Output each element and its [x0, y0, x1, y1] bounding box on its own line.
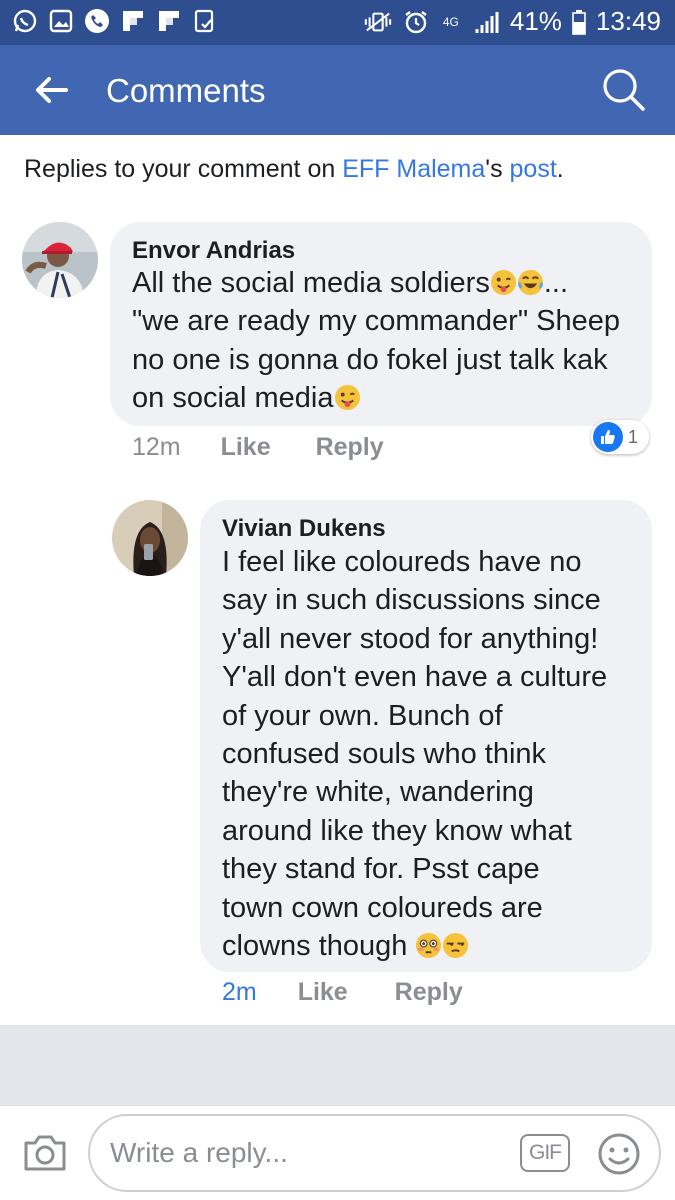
like-button[interactable]: Like	[298, 978, 348, 1006]
back-button[interactable]	[30, 70, 74, 110]
alarm-icon	[402, 8, 430, 36]
winking-tongue-emoji-icon	[490, 269, 517, 296]
comment-line: Y'all don't even have a culture	[222, 661, 608, 694]
camera-button[interactable]	[20, 1128, 70, 1178]
search-icon	[603, 69, 645, 111]
reply-field[interactable]: GIF	[88, 1114, 661, 1192]
status-bar: 4G 41% 13:49	[0, 0, 675, 45]
app-bar: Comments	[0, 45, 675, 135]
notification-icons	[12, 8, 218, 34]
reply-composer: GIF	[0, 1105, 675, 1200]
post-link[interactable]: post	[510, 155, 557, 183]
comment-line: say in such discussions since	[222, 584, 601, 617]
comment-actions: 2m Like Reply	[222, 977, 463, 1007]
vibrate-icon	[364, 8, 392, 36]
comment-line: clowns though	[222, 927, 607, 965]
comment-line: I feel like coloureds have no	[222, 546, 582, 578]
reply-context: Replies to your comment on EFF Malema's …	[24, 153, 564, 185]
reply-button[interactable]: Reply	[316, 433, 384, 461]
winking-tongue-emoji-icon	[334, 384, 361, 411]
comment-line: All the social media soldiers...	[132, 267, 568, 299]
network-type-label: 4G	[442, 14, 459, 29]
comment-line: they're white, wandering	[222, 776, 534, 809]
divider-area	[0, 1025, 675, 1105]
comment-text: All the social media soldiers... "we are…	[132, 264, 620, 418]
like-button[interactable]: Like	[221, 433, 271, 461]
comment-actions: 12m Like Reply	[132, 432, 384, 462]
unamused-emoji-icon	[442, 932, 469, 959]
context-suffix: .	[556, 155, 564, 183]
comment-time: 2m	[222, 978, 257, 1006]
avatar[interactable]	[22, 222, 98, 298]
reply-input[interactable]	[110, 1133, 490, 1173]
context-possessive: 's	[485, 155, 510, 183]
reply-button[interactable]: Reply	[395, 978, 463, 1006]
comment-line: of your own. Bunch of	[222, 699, 503, 732]
comment-line: no one is gonna do fokel just talk kak	[132, 343, 608, 376]
comment-line: confused souls who think	[222, 737, 547, 770]
comment-line: they stand for. Psst cape	[222, 853, 540, 886]
comment-author[interactable]: Vivian Dukens	[222, 515, 386, 543]
reaction-badge[interactable]: 1	[591, 420, 649, 454]
tears-of-joy-emoji-icon	[517, 269, 544, 296]
gif-button[interactable]: GIF	[520, 1134, 570, 1172]
comment-line: y'all never stood for anything!	[222, 622, 599, 655]
flipboard-icon	[156, 8, 182, 34]
page-title: Comments	[106, 72, 266, 109]
comment-line: on social media	[132, 379, 620, 417]
signal-icon	[472, 8, 500, 36]
camera-icon	[24, 1135, 66, 1171]
comment-line: "we are ready my commander" Sheep	[132, 305, 621, 338]
flipboard-icon	[120, 8, 146, 34]
battery-icon	[572, 9, 586, 35]
like-reaction-icon	[593, 422, 623, 452]
comment-line: around like they know what	[222, 814, 572, 847]
comment-time: 12m	[132, 433, 181, 461]
sticker-button[interactable]	[596, 1131, 642, 1177]
reaction-count: 1	[628, 426, 639, 447]
back-arrow-icon	[36, 77, 68, 103]
clock: 13:49	[595, 6, 661, 36]
flushed-emoji-icon	[415, 932, 442, 959]
system-status: 4G 41% 13:49	[364, 6, 661, 37]
sticker-icon	[598, 1133, 640, 1175]
comment-line: town cown coloureds are	[222, 891, 543, 924]
context-prefix: Replies to your comment on	[24, 155, 343, 183]
phone-icon	[84, 8, 110, 34]
gallery-icon	[48, 8, 74, 34]
comment-text: I feel like coloureds have no say in suc…	[222, 543, 607, 965]
search-button[interactable]	[599, 65, 649, 115]
avatar[interactable]	[112, 500, 188, 576]
checklist-icon	[192, 8, 218, 34]
page-link[interactable]: EFF Malema	[342, 155, 485, 183]
whatsapp-icon	[12, 8, 38, 34]
battery-percent: 41%	[509, 6, 562, 36]
comment-author[interactable]: Envor Andrias	[132, 237, 295, 265]
